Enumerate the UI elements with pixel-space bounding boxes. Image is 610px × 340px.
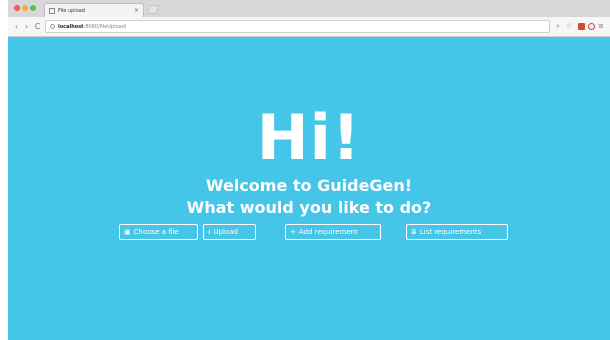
maximize-window-icon[interactable] bbox=[30, 5, 36, 11]
page-content: Hi! Welcome to GuideGen! What would you … bbox=[8, 37, 610, 340]
url-host: localhost bbox=[58, 23, 84, 30]
forward-icon[interactable]: › bbox=[22, 22, 31, 31]
url-path: :8080/fileUpload/ bbox=[83, 23, 127, 30]
choose-file-button[interactable]: ▣ Choose a file bbox=[119, 224, 198, 240]
upload-icon: ⭳ bbox=[208, 228, 211, 236]
extension-icon[interactable] bbox=[578, 23, 585, 30]
address-bar[interactable]: localhost :8080/fileUpload/ bbox=[45, 20, 550, 33]
greeting-heading: Hi! bbox=[256, 101, 362, 174]
add-requirement-label: Add requirement bbox=[298, 228, 358, 236]
question-text: What would you like to do? bbox=[186, 198, 432, 217]
list-requirements-button[interactable]: ≣ List requirements bbox=[406, 224, 508, 240]
browser-toolbar: ‹ › C localhost :8080/fileUpload/ ⌕ ☆ ≡ bbox=[8, 17, 610, 37]
browser-chrome: File upload × ‹ › C localhost :8080/file… bbox=[8, 0, 610, 37]
list-icon: ≣ bbox=[411, 228, 417, 236]
reload-icon[interactable]: C bbox=[33, 22, 42, 31]
tab-strip: File upload × bbox=[8, 0, 610, 17]
tab-close-icon[interactable]: × bbox=[134, 7, 139, 14]
add-requirement-button[interactable]: + Add requirement bbox=[285, 224, 381, 240]
bookmark-star-icon[interactable]: ☆ bbox=[566, 23, 573, 30]
site-info-icon[interactable] bbox=[50, 24, 55, 29]
welcome-text: Welcome to GuideGen! bbox=[205, 176, 413, 195]
tab-file-upload[interactable]: File upload × bbox=[44, 3, 144, 17]
extension-circle-icon[interactable] bbox=[588, 23, 595, 30]
upload-label: Upload bbox=[213, 228, 238, 236]
new-tab-button[interactable] bbox=[146, 5, 160, 14]
choose-file-label: Choose a file bbox=[133, 228, 179, 236]
list-requirements-label: List requirements bbox=[419, 228, 482, 236]
upload-button[interactable]: ⭳ Upload bbox=[203, 224, 256, 240]
document-icon: ▣ bbox=[124, 228, 131, 236]
menu-icon[interactable]: ≡ bbox=[598, 23, 605, 30]
page-icon bbox=[49, 7, 55, 14]
search-icon[interactable]: ⌕ bbox=[556, 23, 563, 30]
action-buttons: ▣ Choose a file ⭳ Upload + Add requireme… bbox=[8, 224, 610, 240]
back-icon[interactable]: ‹ bbox=[12, 22, 21, 31]
plus-icon: + bbox=[290, 228, 296, 236]
tab-title: File upload bbox=[58, 7, 85, 14]
minimize-window-icon[interactable] bbox=[22, 5, 28, 11]
close-window-icon[interactable] bbox=[14, 5, 20, 11]
